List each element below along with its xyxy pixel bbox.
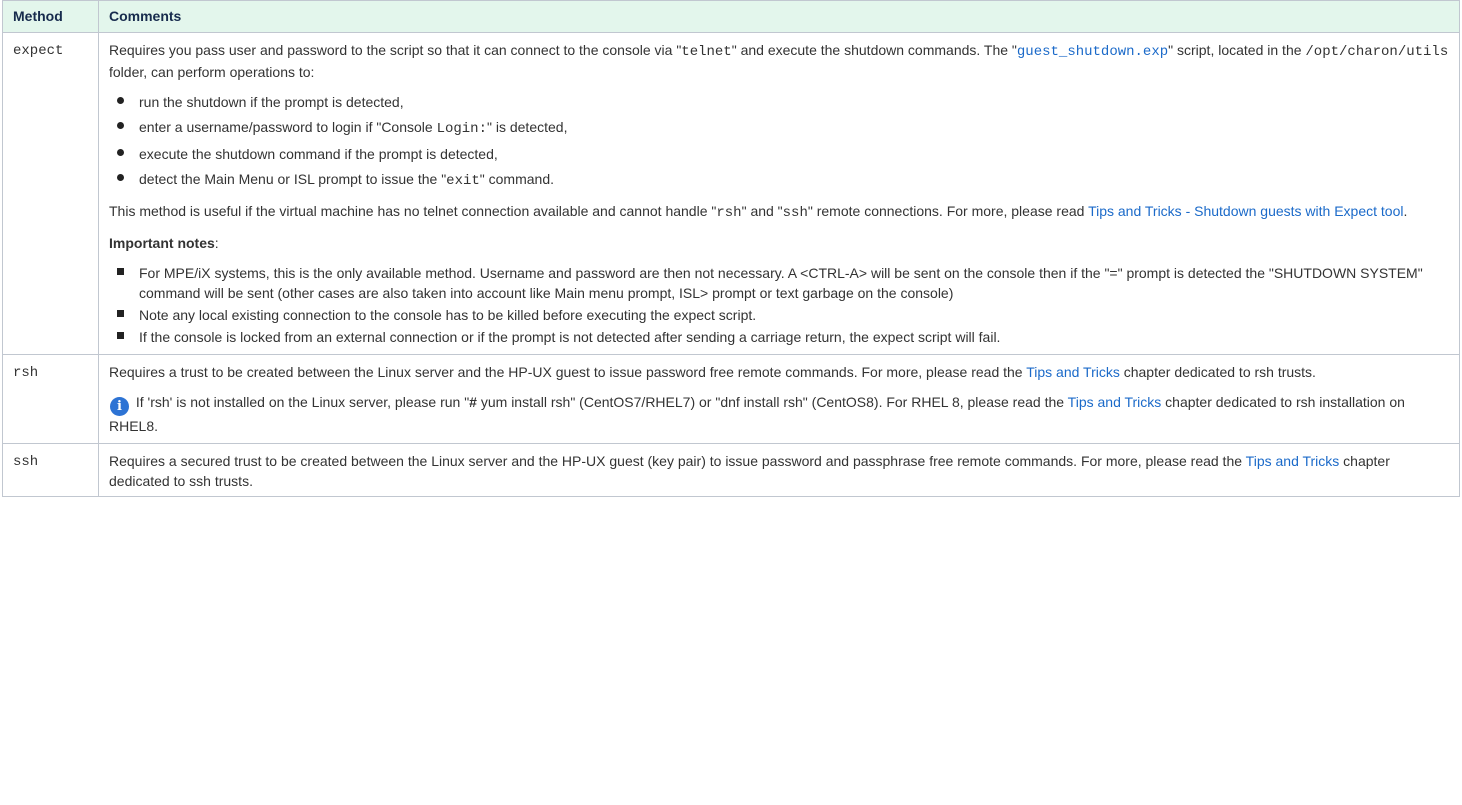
text: run the shutdown if the prompt is detect… xyxy=(139,94,404,110)
text: " script, located in the xyxy=(1168,42,1306,58)
text: Requires a secured trust to be created b… xyxy=(109,453,1246,469)
text: If 'rsh' is not installed on the Linux s… xyxy=(132,394,470,410)
note-item: If the console is locked from an externa… xyxy=(117,327,1449,347)
info-paragraph: i If 'rsh' is not installed on the Linux… xyxy=(109,392,1449,436)
script-link[interactable]: guest_shutdown.exp xyxy=(1017,44,1168,60)
text: yum install rsh" (CentOS7/RHEL7) or "dnf… xyxy=(476,394,1068,410)
tips-and-tricks-link[interactable]: Tips and Tricks xyxy=(1068,394,1162,410)
list-item: detect the Main Menu or ISL prompt to is… xyxy=(117,169,1449,191)
notes-list: For MPE/iX systems, this is the only ava… xyxy=(109,263,1449,347)
method-name: ssh xyxy=(13,454,39,470)
shutdown-methods-table: Method Comments expect Requires you pass… xyxy=(2,0,1460,497)
comments-cell: Requires a trust to be created between t… xyxy=(98,354,1460,444)
method-name: expect xyxy=(13,43,64,59)
list-item: execute the shutdown command if the prom… xyxy=(117,144,1449,164)
comments-cell: Requires a secured trust to be created b… xyxy=(98,443,1460,497)
text: execute the shutdown command if the prom… xyxy=(139,146,498,162)
notes-heading: Important notes: xyxy=(109,233,1449,253)
info-icon: i xyxy=(110,397,129,416)
tips-and-tricks-link[interactable]: Tips and Tricks xyxy=(1026,364,1120,380)
text: Requires a trust to be created between t… xyxy=(109,364,1027,380)
text: folder, can perform operations to: xyxy=(109,64,315,80)
text: : xyxy=(214,235,219,251)
header-comments: Comments xyxy=(98,0,1460,33)
text: . xyxy=(1403,203,1408,219)
comments-cell: Requires you pass user and password to t… xyxy=(98,32,1460,355)
expect-tool-link[interactable]: Tips and Tricks - Shutdown guests with E… xyxy=(1088,203,1403,219)
text: detect the Main Menu or ISL prompt to is… xyxy=(139,171,447,187)
bullet-list: run the shutdown if the prompt is detect… xyxy=(109,92,1449,191)
table-row-ssh: ssh Requires a secured trust to be creat… xyxy=(2,443,1460,497)
notes-title: Important notes xyxy=(109,235,215,251)
note-item: Note any local existing connection to th… xyxy=(117,305,1449,325)
text: Requires you pass user and password to t… xyxy=(109,42,682,58)
code-text: telnet xyxy=(681,44,732,60)
paragraph: Requires a trust to be created between t… xyxy=(109,362,1449,382)
paragraph: Requires a secured trust to be created b… xyxy=(109,451,1449,491)
table-header-row: Method Comments xyxy=(2,0,1460,33)
code-text: ssh xyxy=(782,205,808,221)
text: " remote connections. For more, please r… xyxy=(807,203,1089,219)
method-cell: rsh xyxy=(2,354,99,444)
header-method: Method xyxy=(2,0,99,33)
text: " and " xyxy=(741,203,783,219)
text: " and execute the shutdown commands. The… xyxy=(731,42,1017,58)
text: enter a username/password to login if "C… xyxy=(139,119,437,135)
code-text: rsh xyxy=(716,205,742,221)
code-text: exit xyxy=(446,173,480,189)
table-row-expect: expect Requires you pass user and passwo… xyxy=(2,32,1460,355)
code-text: Login: xyxy=(436,121,487,137)
method-name: rsh xyxy=(13,365,39,381)
paragraph: Requires you pass user and password to t… xyxy=(109,40,1449,82)
code-text: /opt/charon/utils xyxy=(1305,44,1449,60)
list-item: run the shutdown if the prompt is detect… xyxy=(117,92,1449,112)
text: This method is useful if the virtual mac… xyxy=(109,203,717,219)
paragraph: This method is useful if the virtual mac… xyxy=(109,201,1449,223)
note-item: For MPE/iX systems, this is the only ava… xyxy=(117,263,1449,303)
method-cell: expect xyxy=(2,32,99,355)
method-cell: ssh xyxy=(2,443,99,497)
text: chapter dedicated to rsh trusts. xyxy=(1119,364,1316,380)
list-item: enter a username/password to login if "C… xyxy=(117,117,1449,139)
table-row-rsh: rsh Requires a trust to be created betwe… xyxy=(2,354,1460,444)
text: # xyxy=(469,394,477,410)
tips-and-tricks-link[interactable]: Tips and Tricks xyxy=(1246,453,1340,469)
text: " is detected, xyxy=(487,119,568,135)
text: " command. xyxy=(479,171,554,187)
